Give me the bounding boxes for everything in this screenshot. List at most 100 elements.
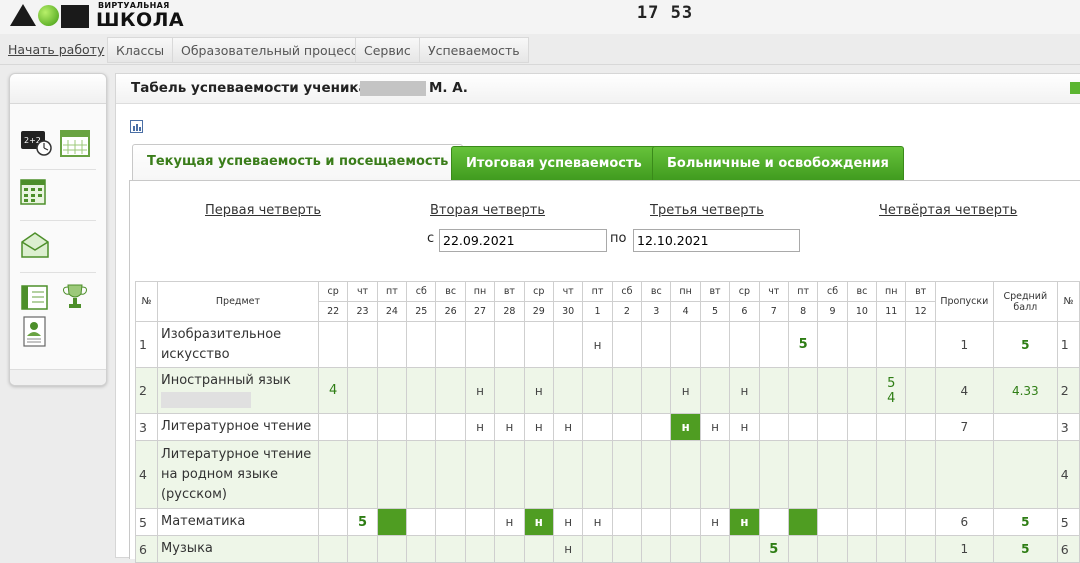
grade-cell[interactable]: [817, 413, 848, 441]
grade-cell[interactable]: [905, 413, 936, 441]
grade-cell[interactable]: [846, 367, 878, 414]
grade-cell[interactable]: [641, 535, 672, 563]
grade-cell[interactable]: [464, 508, 496, 536]
grade-cell[interactable]: н: [494, 508, 525, 536]
grade-cell[interactable]: н: [582, 321, 613, 368]
grade-cell[interactable]: н: [552, 508, 584, 536]
grade-cell[interactable]: [729, 440, 760, 509]
grade-cell[interactable]: н: [729, 367, 760, 414]
tab-final-progress[interactable]: Итоговая успеваемость: [451, 146, 657, 181]
grade-cell[interactable]: [758, 508, 789, 536]
grade-cell[interactable]: [846, 413, 878, 441]
grade-cell[interactable]: [406, 321, 437, 368]
grade-cell[interactable]: [494, 321, 525, 368]
grade-cell[interactable]: [435, 413, 466, 441]
grade-cell[interactable]: [406, 367, 437, 414]
grade-cell[interactable]: 54: [876, 367, 907, 414]
calendar-grid-icon[interactable]: [20, 178, 46, 206]
grade-cell[interactable]: [347, 367, 378, 414]
grade-cell[interactable]: [523, 440, 554, 509]
grade-cell[interactable]: н: [494, 413, 525, 441]
grade-cell[interactable]: [406, 440, 437, 509]
grade-cell[interactable]: [494, 440, 525, 509]
grade-cell[interactable]: [699, 440, 731, 509]
grade-cell[interactable]: [817, 535, 848, 563]
grade-cell[interactable]: [876, 535, 907, 563]
grade-cell[interactable]: [435, 508, 466, 536]
grade-cell[interactable]: [905, 535, 936, 563]
grade-cell[interactable]: [817, 321, 848, 368]
grade-cell[interactable]: [846, 440, 878, 509]
grade-cell[interactable]: [347, 440, 378, 509]
grade-cell[interactable]: [876, 440, 907, 509]
grade-cell[interactable]: [552, 440, 584, 509]
grade-cell[interactable]: [376, 508, 408, 536]
grade-cell[interactable]: [611, 321, 643, 368]
grade-cell[interactable]: [494, 535, 525, 563]
grade-cell[interactable]: [317, 508, 349, 536]
grade-cell[interactable]: [641, 321, 672, 368]
grade-cell[interactable]: [611, 367, 643, 414]
schedule-clock-icon[interactable]: 2+2: [20, 129, 52, 157]
grade-cell[interactable]: [729, 321, 760, 368]
grade-cell[interactable]: [611, 508, 643, 536]
menu-item-edu-process[interactable]: Образовательный процесс: [172, 37, 367, 63]
grade-cell[interactable]: [317, 413, 349, 441]
grade-cell[interactable]: н: [523, 413, 554, 441]
grade-cell[interactable]: [523, 535, 554, 563]
grade-cell[interactable]: [758, 321, 789, 368]
logo[interactable]: ВИРТУАЛЬНАЯ ШКОЛА: [10, 1, 184, 30]
date-from-input[interactable]: [439, 229, 607, 252]
grade-cell[interactable]: [846, 321, 878, 368]
grade-cell[interactable]: [905, 440, 936, 509]
grade-cell[interactable]: [846, 535, 878, 563]
grade-cell[interactable]: [846, 508, 878, 536]
grade-cell[interactable]: [317, 321, 349, 368]
grade-cell[interactable]: [435, 321, 466, 368]
grade-cell[interactable]: н: [552, 413, 584, 441]
grade-cell[interactable]: н: [699, 508, 731, 536]
grade-cell[interactable]: н: [582, 508, 613, 536]
grade-cell[interactable]: н: [523, 508, 554, 536]
grade-cell[interactable]: [582, 413, 613, 441]
grade-cell[interactable]: [406, 508, 437, 536]
grade-cell[interactable]: н: [729, 508, 760, 536]
date-to-input[interactable]: [633, 229, 800, 252]
grade-cell[interactable]: [787, 367, 819, 414]
grade-cell[interactable]: [641, 413, 672, 441]
grade-cell[interactable]: [611, 535, 643, 563]
quarter-1-link[interactable]: Первая четверть: [205, 203, 321, 218]
grade-cell[interactable]: н: [552, 535, 584, 563]
grade-cell[interactable]: [699, 367, 731, 414]
grade-cell[interactable]: [905, 367, 936, 414]
grade-cell[interactable]: [876, 321, 907, 368]
grade-cell[interactable]: н: [464, 367, 496, 414]
grade-cell[interactable]: [611, 413, 643, 441]
grade-cell[interactable]: [817, 367, 848, 414]
grade-cell[interactable]: 4: [317, 367, 349, 414]
grade-cell[interactable]: [317, 440, 349, 509]
grade-cell[interactable]: [406, 535, 437, 563]
grade-cell[interactable]: [552, 367, 584, 414]
grade-cell[interactable]: н: [464, 413, 496, 441]
grade-cell[interactable]: [376, 321, 408, 368]
grade-cell[interactable]: [317, 535, 349, 563]
grade-cell[interactable]: [670, 508, 701, 536]
quarter-4-link[interactable]: Четвёртая четверть: [879, 203, 1017, 218]
quarter-2-link[interactable]: Вторая четверть: [430, 203, 545, 218]
grade-cell[interactable]: [464, 440, 496, 509]
grade-cell[interactable]: [376, 440, 408, 509]
grade-cell[interactable]: [758, 367, 789, 414]
grade-cell[interactable]: [787, 413, 819, 441]
grade-cell[interactable]: [582, 367, 613, 414]
grade-cell[interactable]: [376, 413, 408, 441]
grade-cell[interactable]: [758, 440, 789, 509]
grade-cell[interactable]: [905, 321, 936, 368]
grade-cell[interactable]: [670, 440, 701, 509]
grade-cell[interactable]: [464, 321, 496, 368]
grade-cell[interactable]: н: [729, 413, 760, 441]
grade-cell[interactable]: [611, 440, 643, 509]
grade-cell[interactable]: [582, 440, 613, 509]
grade-cell[interactable]: [905, 508, 936, 536]
menu-item-service[interactable]: Сервис: [355, 37, 420, 63]
